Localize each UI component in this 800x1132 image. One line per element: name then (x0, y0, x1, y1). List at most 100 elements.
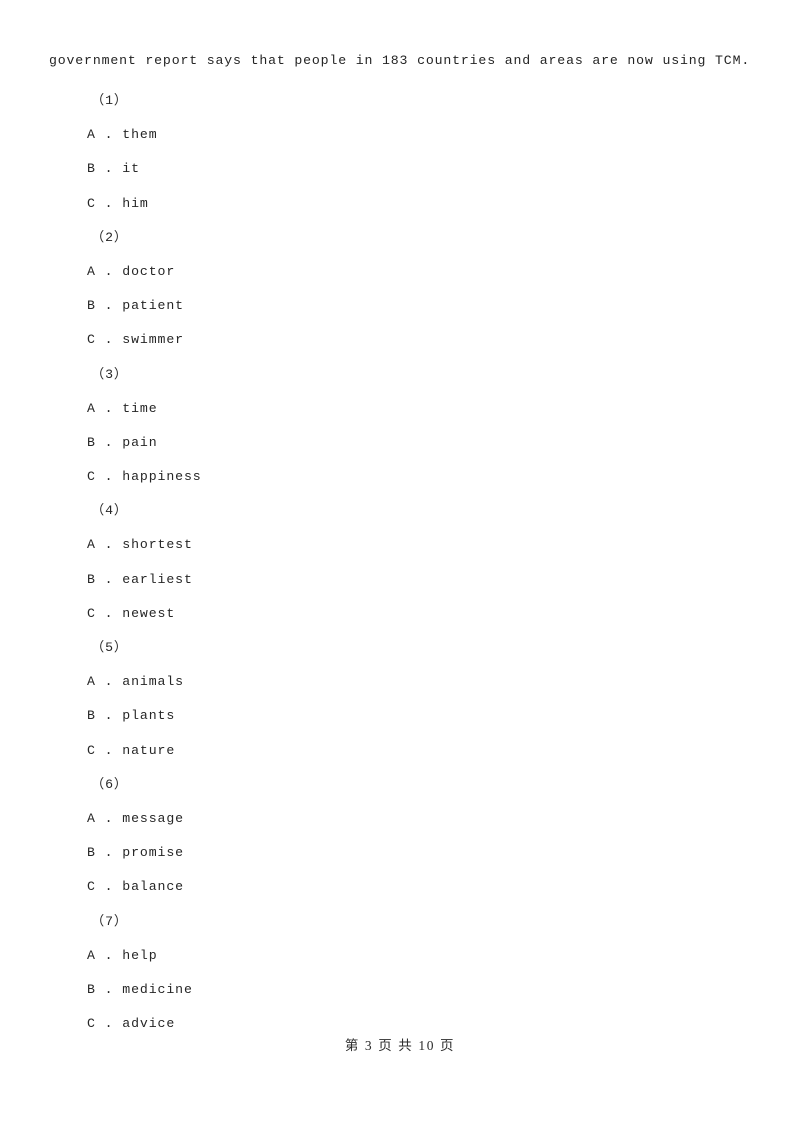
option-separator (113, 674, 122, 689)
question-block: （5） A . animals B . plants C . nature (0, 631, 800, 768)
option-letter: C . (87, 195, 114, 211)
passage-continuation-line: government report says that people in 18… (49, 53, 751, 68)
answer-option[interactable]: B . pain (87, 426, 800, 460)
question-block: （6） A . message B . promise C . balance (0, 768, 800, 905)
option-text: plants (122, 708, 176, 724)
option-text: balance (122, 879, 184, 895)
question-number: （5） (91, 640, 128, 655)
question-number: （1） (91, 93, 128, 108)
answer-option[interactable]: B . plants (87, 699, 800, 733)
answer-option[interactable]: B . it (87, 152, 800, 186)
page-footer: 第 3 页 共 10 页 (344, 1038, 456, 1053)
option-letter: B . (87, 708, 114, 724)
answer-option[interactable]: C . newest (87, 597, 800, 631)
option-separator (113, 845, 122, 860)
option-letter: A . (87, 537, 114, 553)
answer-option[interactable]: B . promise (87, 836, 800, 870)
question-block: （2） A . doctor B . patient C . swimmer (0, 221, 800, 358)
option-text: doctor (122, 263, 176, 279)
answer-option[interactable]: A . doctor (87, 255, 800, 289)
option-letter: A . (87, 127, 114, 143)
answer-option[interactable]: C . him (87, 187, 800, 221)
option-separator (113, 879, 122, 894)
option-separator (113, 161, 122, 176)
option-letter: B . (87, 845, 114, 861)
option-text: message (122, 810, 184, 826)
question-block: （7） A . help B . medicine C . advice (0, 905, 800, 1042)
option-text: newest (122, 605, 176, 621)
option-separator (113, 1016, 122, 1031)
option-letter: C . (87, 332, 114, 348)
question-number: （6） (91, 776, 128, 792)
option-separator (113, 264, 122, 279)
answer-option[interactable]: A . them (87, 118, 800, 152)
option-letter: B . (87, 571, 114, 587)
answer-option[interactable]: A . message (87, 802, 800, 836)
answer-option[interactable]: C . happiness (87, 460, 800, 494)
question-number: （7） (91, 913, 128, 929)
question-block: （3） A . time B . pain C . happiness (0, 358, 800, 495)
option-letter: B . (87, 161, 114, 177)
option-letter: B . (87, 434, 114, 450)
option-text: it (122, 161, 140, 177)
answer-option[interactable]: A . help (87, 939, 800, 973)
option-letter: A . (87, 674, 114, 690)
question-list: （1） A . them B . it C . him （2） A . doctor B .… (0, 84, 800, 1041)
option-letter: C . (87, 879, 114, 895)
option-separator (113, 196, 122, 211)
option-separator (113, 332, 122, 347)
option-text: patient (122, 298, 184, 314)
answer-option[interactable]: A . time (87, 392, 800, 426)
question-number: （2） (91, 229, 128, 245)
answer-option[interactable]: B . medicine (87, 973, 800, 1007)
option-separator (113, 708, 122, 723)
option-separator (113, 743, 122, 758)
option-letter: A . (87, 810, 114, 826)
option-separator (113, 811, 122, 826)
option-separator (113, 948, 122, 963)
answer-option[interactable]: C . nature (87, 734, 800, 768)
option-separator (113, 982, 122, 997)
option-letter: B . (87, 981, 114, 997)
answer-option[interactable]: A . shortest (87, 528, 800, 562)
answer-option[interactable]: C . swimmer (87, 323, 800, 357)
document-page: government report says that people in 18… (0, 0, 800, 1132)
option-text: medicine (122, 981, 193, 997)
option-text: nature (122, 742, 176, 758)
question-number: （3） (91, 366, 128, 382)
option-text: animals (122, 674, 184, 690)
option-letter: C . (87, 742, 114, 758)
question-number: （4） (91, 503, 128, 519)
option-letter: A . (87, 400, 114, 416)
question-block: （1） A . them B . it C . him (0, 84, 800, 221)
question-block: （4） A . shortest B . earliest C . newest (0, 494, 800, 631)
option-text: happiness (122, 469, 202, 485)
option-text: them (122, 127, 158, 143)
option-text: help (122, 947, 158, 963)
option-text: earliest (122, 571, 193, 587)
option-letter: B . (87, 298, 114, 314)
option-separator (113, 606, 122, 621)
option-text: advice (122, 1016, 176, 1032)
option-text: him (122, 195, 149, 211)
answer-option[interactable]: A . animals (87, 665, 800, 699)
option-text: swimmer (122, 332, 184, 348)
option-letter: C . (87, 1016, 114, 1032)
answer-option[interactable]: B . patient (87, 289, 800, 323)
option-letter: A . (87, 263, 114, 279)
option-separator (113, 401, 122, 416)
option-letter: C . (87, 469, 114, 485)
answer-option[interactable]: C . balance (87, 870, 800, 904)
option-text: promise (122, 845, 184, 861)
option-separator (113, 435, 122, 450)
option-letter: A . (87, 947, 114, 963)
option-separator (113, 537, 122, 552)
option-text: shortest (122, 537, 193, 553)
option-separator (113, 469, 122, 484)
answer-option[interactable]: B . earliest (87, 563, 800, 597)
option-separator (113, 298, 122, 313)
option-separator (113, 572, 122, 587)
option-text: time (122, 400, 158, 416)
option-separator (113, 127, 122, 142)
option-letter: C . (87, 605, 114, 621)
